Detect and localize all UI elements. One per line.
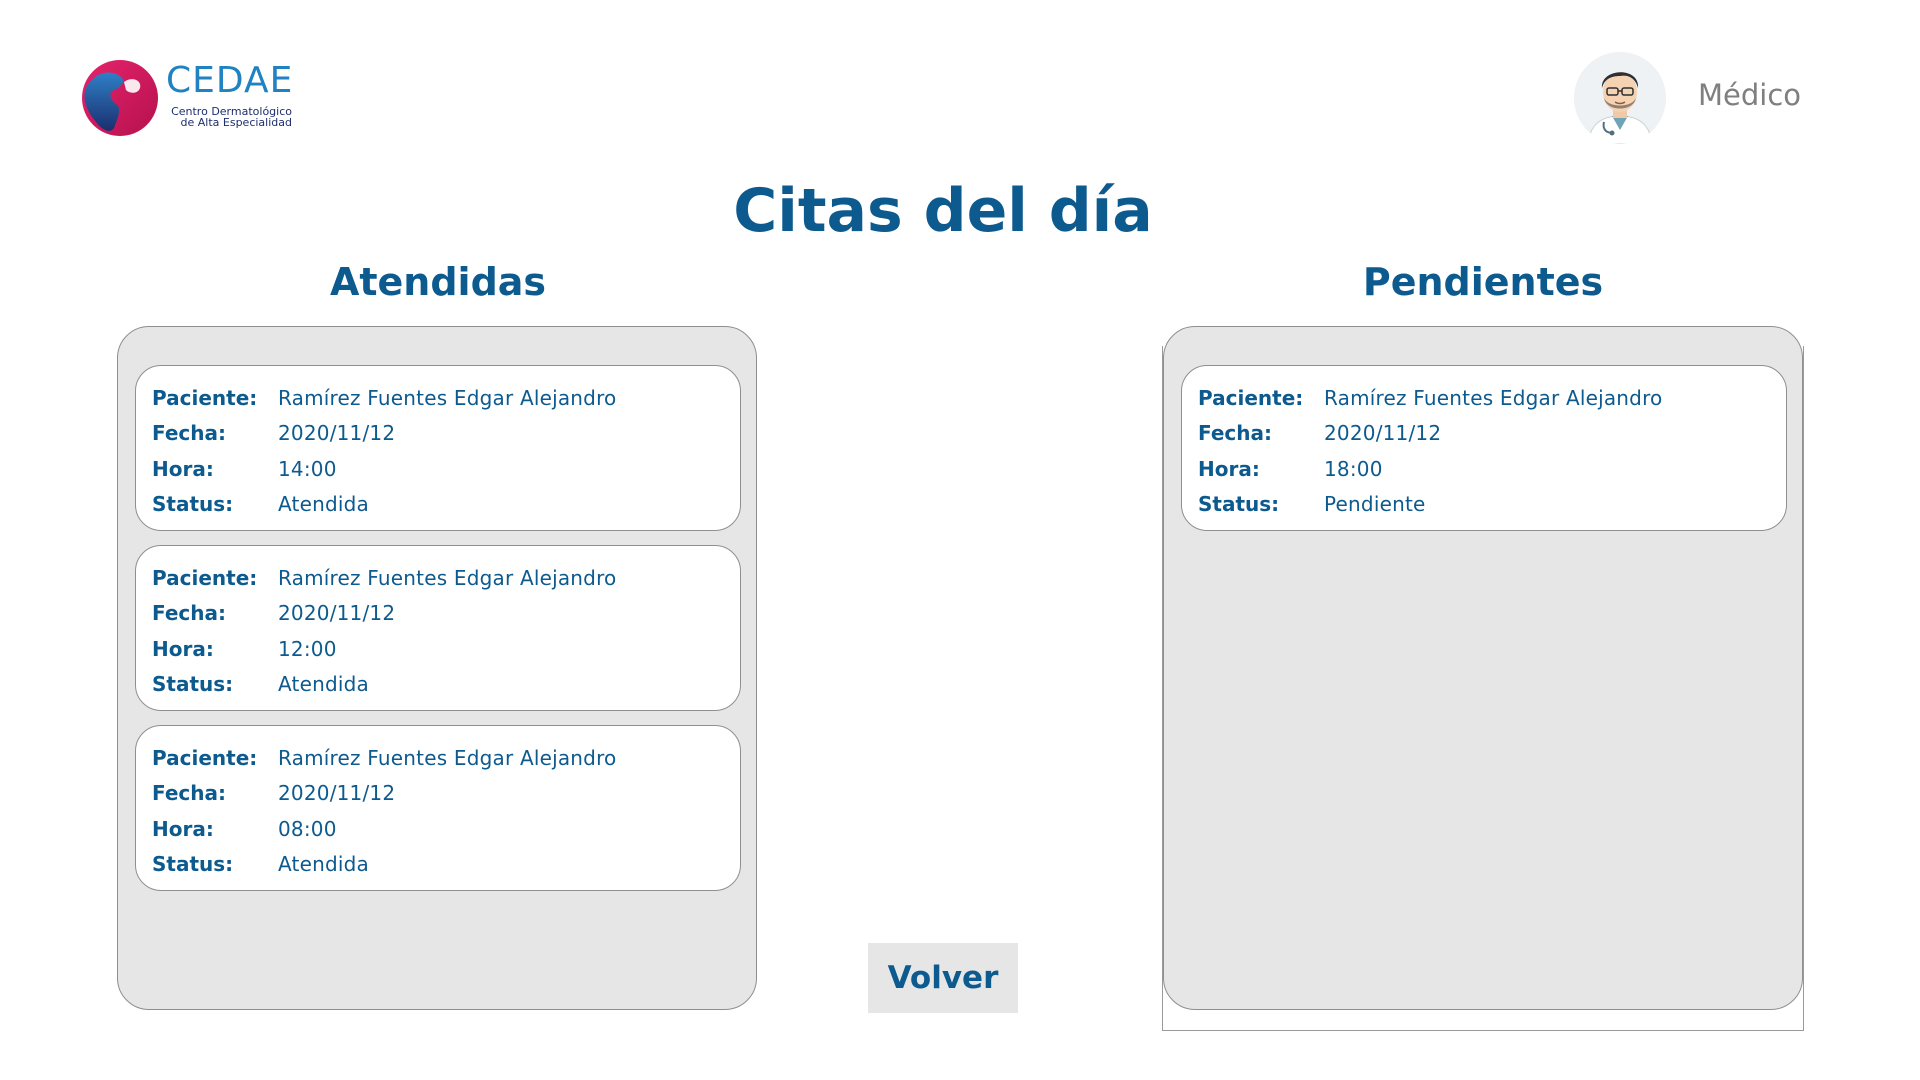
date-label: Fecha: (1198, 421, 1273, 446)
patient-label: Paciente: (152, 385, 258, 410)
status-label: Status: (152, 492, 234, 517)
attended-column-title: Atendidas (329, 260, 547, 304)
card-row: Paciente: Ramírez Fuentes Edgar Alejandr… (152, 380, 740, 416)
time-label: Hora: (152, 456, 214, 481)
card-row: Paciente: Ramírez Fuentes Edgar Alejandr… (1198, 380, 1786, 416)
patient-label: Paciente: (152, 745, 258, 770)
date-value: 2020/11/12 (278, 781, 396, 806)
time-value: 14:00 (278, 456, 337, 481)
date-value: 2020/11/12 (278, 601, 396, 626)
card-row: Status: Pendiente (1198, 487, 1786, 523)
card-row: Paciente: Ramírez Fuentes Edgar Alejandr… (152, 740, 740, 776)
cedae-logo: CEDAE Centro Dermatológico de Alta Espec… (80, 54, 300, 140)
logo-tagline: Centro Dermatológico de Alta Especialida… (171, 105, 292, 129)
time-value: 18:00 (1324, 456, 1383, 481)
patient-value: Ramírez Fuentes Edgar Alejandro (278, 745, 617, 770)
page-title: Citas del día (733, 176, 1153, 246)
time-label: Hora: (152, 816, 214, 841)
pending-column-title: Pendientes (1362, 260, 1604, 304)
card-row: Hora: 08:00 (152, 811, 740, 847)
date-label: Fecha: (152, 781, 227, 806)
date-label: Fecha: (152, 601, 227, 626)
card-row: Paciente: Ramírez Fuentes Edgar Alejandr… (152, 560, 740, 596)
card-row: Fecha: 2020/11/12 (1198, 416, 1786, 452)
time-label: Hora: (152, 636, 214, 661)
cedae-logo-icon (82, 60, 158, 136)
patient-value: Ramírez Fuentes Edgar Alejandro (278, 565, 617, 590)
status-value: Pendiente (1324, 492, 1426, 517)
appointment-card[interactable]: Paciente: Ramírez Fuentes Edgar Alejandr… (1181, 365, 1787, 531)
user-avatar[interactable] (1574, 52, 1666, 144)
status-label: Status: (152, 852, 234, 877)
time-value: 12:00 (278, 636, 337, 661)
back-button[interactable]: Volver (868, 943, 1018, 1013)
card-row: Fecha: 2020/11/12 (152, 776, 740, 812)
appointment-card[interactable]: Paciente: Ramírez Fuentes Edgar Alejandr… (135, 725, 741, 891)
status-label: Status: (152, 672, 234, 697)
date-value: 2020/11/12 (278, 421, 396, 446)
appointment-card[interactable]: Paciente: Ramírez Fuentes Edgar Alejandr… (135, 365, 741, 531)
appointment-card[interactable]: Paciente: Ramírez Fuentes Edgar Alejandr… (135, 545, 741, 711)
time-label: Hora: (1198, 456, 1260, 481)
patient-label: Paciente: (1198, 385, 1304, 410)
card-row: Hora: 12:00 (152, 631, 740, 667)
card-row: Hora: 18:00 (1198, 451, 1786, 487)
status-value: Atendida (278, 852, 369, 877)
card-row: Status: Atendida (152, 487, 740, 523)
date-value: 2020/11/12 (1324, 421, 1442, 446)
date-label: Fecha: (152, 421, 227, 446)
card-row: Fecha: 2020/11/12 (152, 416, 740, 452)
pending-panel[interactable]: Paciente: Ramírez Fuentes Edgar Alejandr… (1163, 326, 1803, 1010)
doctor-avatar-icon (1574, 52, 1666, 144)
card-row: Fecha: 2020/11/12 (152, 596, 740, 632)
attended-panel[interactable]: Paciente: Ramírez Fuentes Edgar Alejandr… (117, 326, 757, 1010)
card-row: Status: Atendida (152, 847, 740, 883)
card-row: Status: Atendida (152, 667, 740, 703)
logo-name: CEDAE (166, 60, 294, 101)
card-row: Hora: 14:00 (152, 451, 740, 487)
status-value: Atendida (278, 672, 369, 697)
patient-label: Paciente: (152, 565, 258, 590)
patient-value: Ramírez Fuentes Edgar Alejandro (1324, 385, 1663, 410)
appointments-page: CEDAE Centro Dermatológico de Alta Espec… (0, 0, 1920, 1080)
user-role-label: Médico (1698, 78, 1802, 112)
time-value: 08:00 (278, 816, 337, 841)
patient-value: Ramírez Fuentes Edgar Alejandro (278, 385, 617, 410)
status-value: Atendida (278, 492, 369, 517)
status-label: Status: (1198, 492, 1280, 517)
